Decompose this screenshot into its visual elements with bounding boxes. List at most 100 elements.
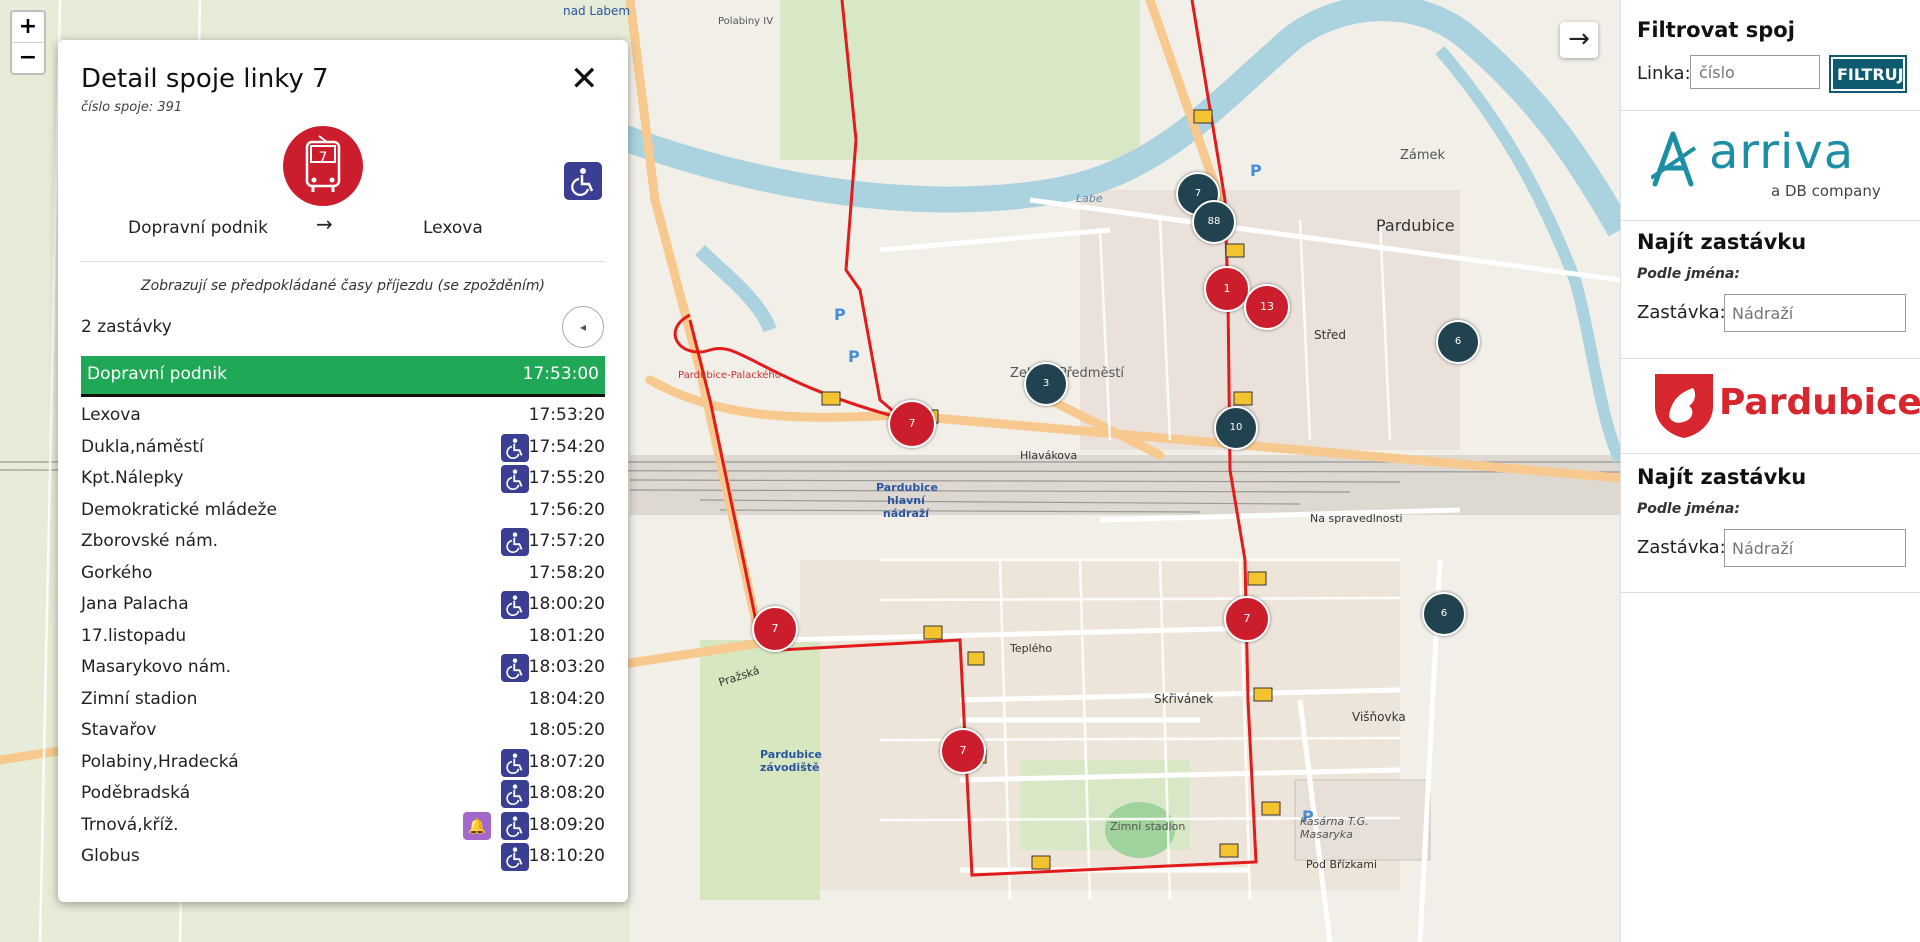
bell-icon: 🔔 xyxy=(463,811,491,840)
filter-title: Filtrovat spoj xyxy=(1637,18,1795,42)
by-name-label: Podle jména: xyxy=(1637,266,1740,282)
stop-row[interactable]: Masarykovo nám. 18:03:20 xyxy=(81,652,605,684)
stop-name: Kpt.Nálepky xyxy=(81,468,184,488)
find-stop-title: Najít zastávku xyxy=(1637,465,1807,489)
stop-name: Jana Palacha xyxy=(81,594,189,614)
map-label: Pardubice hlavní nádraží xyxy=(876,481,938,520)
find-stop-title: Najít zastávku xyxy=(1637,230,1807,254)
stop-row[interactable]: Zborovské nám. 17:57:20 xyxy=(81,526,605,558)
bus-line-number: 7 xyxy=(318,150,328,166)
stop-time: 17:54:20 xyxy=(528,436,605,457)
wheelchair-icon xyxy=(501,811,529,840)
divider xyxy=(1621,592,1920,593)
linka-input[interactable] xyxy=(1690,55,1820,89)
stop-row[interactable]: Poděbradská 18:08:20 xyxy=(81,778,605,810)
stop-row[interactable]: Dukla,náměstí 17:54:20 xyxy=(81,432,605,464)
route-to: Lexova xyxy=(423,218,483,238)
map-label: Na spravedlnosti xyxy=(1310,512,1403,525)
svg-text:P: P xyxy=(848,347,860,366)
stop-name: Lexova xyxy=(81,405,141,425)
wheelchair-icon xyxy=(564,162,602,200)
current-stop-time: 17:53:00 xyxy=(522,364,599,384)
bus-marker-dark[interactable]: 6 xyxy=(1422,592,1466,636)
map-label: Hlavákova xyxy=(1020,449,1078,462)
stop-name: 17.listopadu xyxy=(81,625,187,646)
wheelchair-icon xyxy=(501,780,529,808)
stop-name: Zimní stadion xyxy=(81,688,198,709)
stop-time: 18:00:20 xyxy=(528,594,605,614)
map-label: Zámek xyxy=(1400,148,1446,163)
stop-name: Gorkého xyxy=(81,562,153,583)
stop-name: Globus xyxy=(81,846,140,866)
stop-time: 17:58:20 xyxy=(528,562,605,583)
stop-search-input[interactable] xyxy=(1724,294,1906,332)
current-stop-row[interactable]: Dopravní podnik 17:53:00 xyxy=(81,356,605,397)
stop-time: 18:05:20 xyxy=(528,720,605,740)
stop-row[interactable]: Stavařov 18:05:20 xyxy=(81,715,605,747)
stop-row[interactable]: Globus 18:10:20 xyxy=(81,841,605,873)
bus-marker-red[interactable]: 7 xyxy=(1224,596,1270,642)
current-stop-name: Dopravní podnik xyxy=(87,364,227,384)
bus-marker-dark[interactable]: 6 xyxy=(1436,320,1480,364)
wheelchair-icon xyxy=(501,748,529,777)
stop-name: Zborovské nám. xyxy=(81,531,219,551)
collapse-stops-button[interactable]: ◂ xyxy=(562,306,604,348)
map-label: Teplého xyxy=(1010,642,1053,655)
bus-marker-red[interactable]: 7 xyxy=(888,400,936,448)
bus-marker-red[interactable]: 13 xyxy=(1244,284,1290,330)
zoom-control: + − xyxy=(10,10,46,75)
stop-row[interactable]: Gorkého 17:58:20 xyxy=(81,558,605,590)
svg-text:P: P xyxy=(834,305,846,324)
connection-detail-panel: Detail spoje linky 7 číslo spoje: 391 ✕ … xyxy=(58,40,628,902)
bus-marker-dark[interactable]: 10 xyxy=(1214,406,1258,450)
stop-time: 18:08:20 xyxy=(528,783,605,803)
bus-marker-dark[interactable]: 88 xyxy=(1192,200,1236,244)
zoom-in-button[interactable]: + xyxy=(12,12,44,43)
map-label: Višňovka xyxy=(1352,710,1406,724)
stop-name: Dukla,náměstí xyxy=(81,436,204,457)
stop-name: Trnová,kříž. xyxy=(81,814,179,835)
bus-marker-dark[interactable]: 3 xyxy=(1024,362,1068,406)
map-label: Kasárna T.G. Masaryka xyxy=(1300,815,1369,841)
stop-row[interactable]: Kpt.Nálepky 17:55:20 xyxy=(81,463,605,495)
svg-text:P: P xyxy=(1250,161,1262,180)
stop-name: Demokratické mládeže xyxy=(81,499,277,520)
wheelchair-icon xyxy=(501,433,529,462)
bus-line-icon: 7 xyxy=(283,126,363,206)
toggle-sidebar-arrow-icon[interactable]: → xyxy=(1560,22,1598,58)
pardubice-name: Pardubice xyxy=(1719,382,1920,423)
stop-count: 2 zastávky xyxy=(81,317,172,337)
stop-time: 18:07:20 xyxy=(528,751,605,772)
stop-row[interactable]: Polabiny,Hradecká 18:07:20 xyxy=(81,747,605,779)
arriva-tagline: a DB company xyxy=(1771,182,1881,200)
filter-button[interactable]: FILTRUJ xyxy=(1829,55,1907,93)
bus-marker-red[interactable]: 7 xyxy=(940,728,986,774)
bus-marker-red[interactable]: 7 xyxy=(752,606,798,652)
stop-row[interactable]: Trnová,kříž. 🔔 18:09:20 xyxy=(81,810,605,842)
route-arrow-icon: → xyxy=(316,212,333,236)
arriva-logo: arriva a DB company xyxy=(1649,124,1901,210)
map-label: Pod Břízkami xyxy=(1306,858,1378,871)
stop-row[interactable]: Demokratické mládeže 17:56:20 xyxy=(81,495,605,527)
pardubice-logo: Pardubice xyxy=(1651,370,1920,444)
stop-search-input[interactable] xyxy=(1724,529,1906,567)
stop-label: Zastávka: xyxy=(1637,537,1726,558)
divider xyxy=(1621,220,1920,221)
stop-row[interactable]: Jana Palacha 18:00:20 xyxy=(81,589,605,621)
map-label: Zimní stadion xyxy=(1110,820,1186,833)
route-from: Dopravní podnik xyxy=(128,218,268,238)
map-label: Labe xyxy=(1076,192,1103,205)
stop-row[interactable]: 17.listopadu 18:01:20 xyxy=(81,621,605,653)
stop-row[interactable]: Lexova 17:53:20 xyxy=(81,400,605,432)
stop-time: 18:10:20 xyxy=(528,846,605,866)
stop-label: Zastávka: xyxy=(1637,302,1726,323)
stop-name: Masarykovo nám. xyxy=(81,657,232,677)
arriva-name: arriva xyxy=(1709,124,1855,180)
stop-time: 17:55:20 xyxy=(528,468,605,488)
map-label: Pardubice-Palackého xyxy=(678,370,781,381)
divider xyxy=(81,261,605,262)
close-icon[interactable]: ✕ xyxy=(570,62,599,96)
stop-name: Polabiny,Hradecká xyxy=(81,751,239,772)
stop-row[interactable]: Zimní stadion 18:04:20 xyxy=(81,684,605,716)
zoom-out-button[interactable]: − xyxy=(12,43,44,73)
